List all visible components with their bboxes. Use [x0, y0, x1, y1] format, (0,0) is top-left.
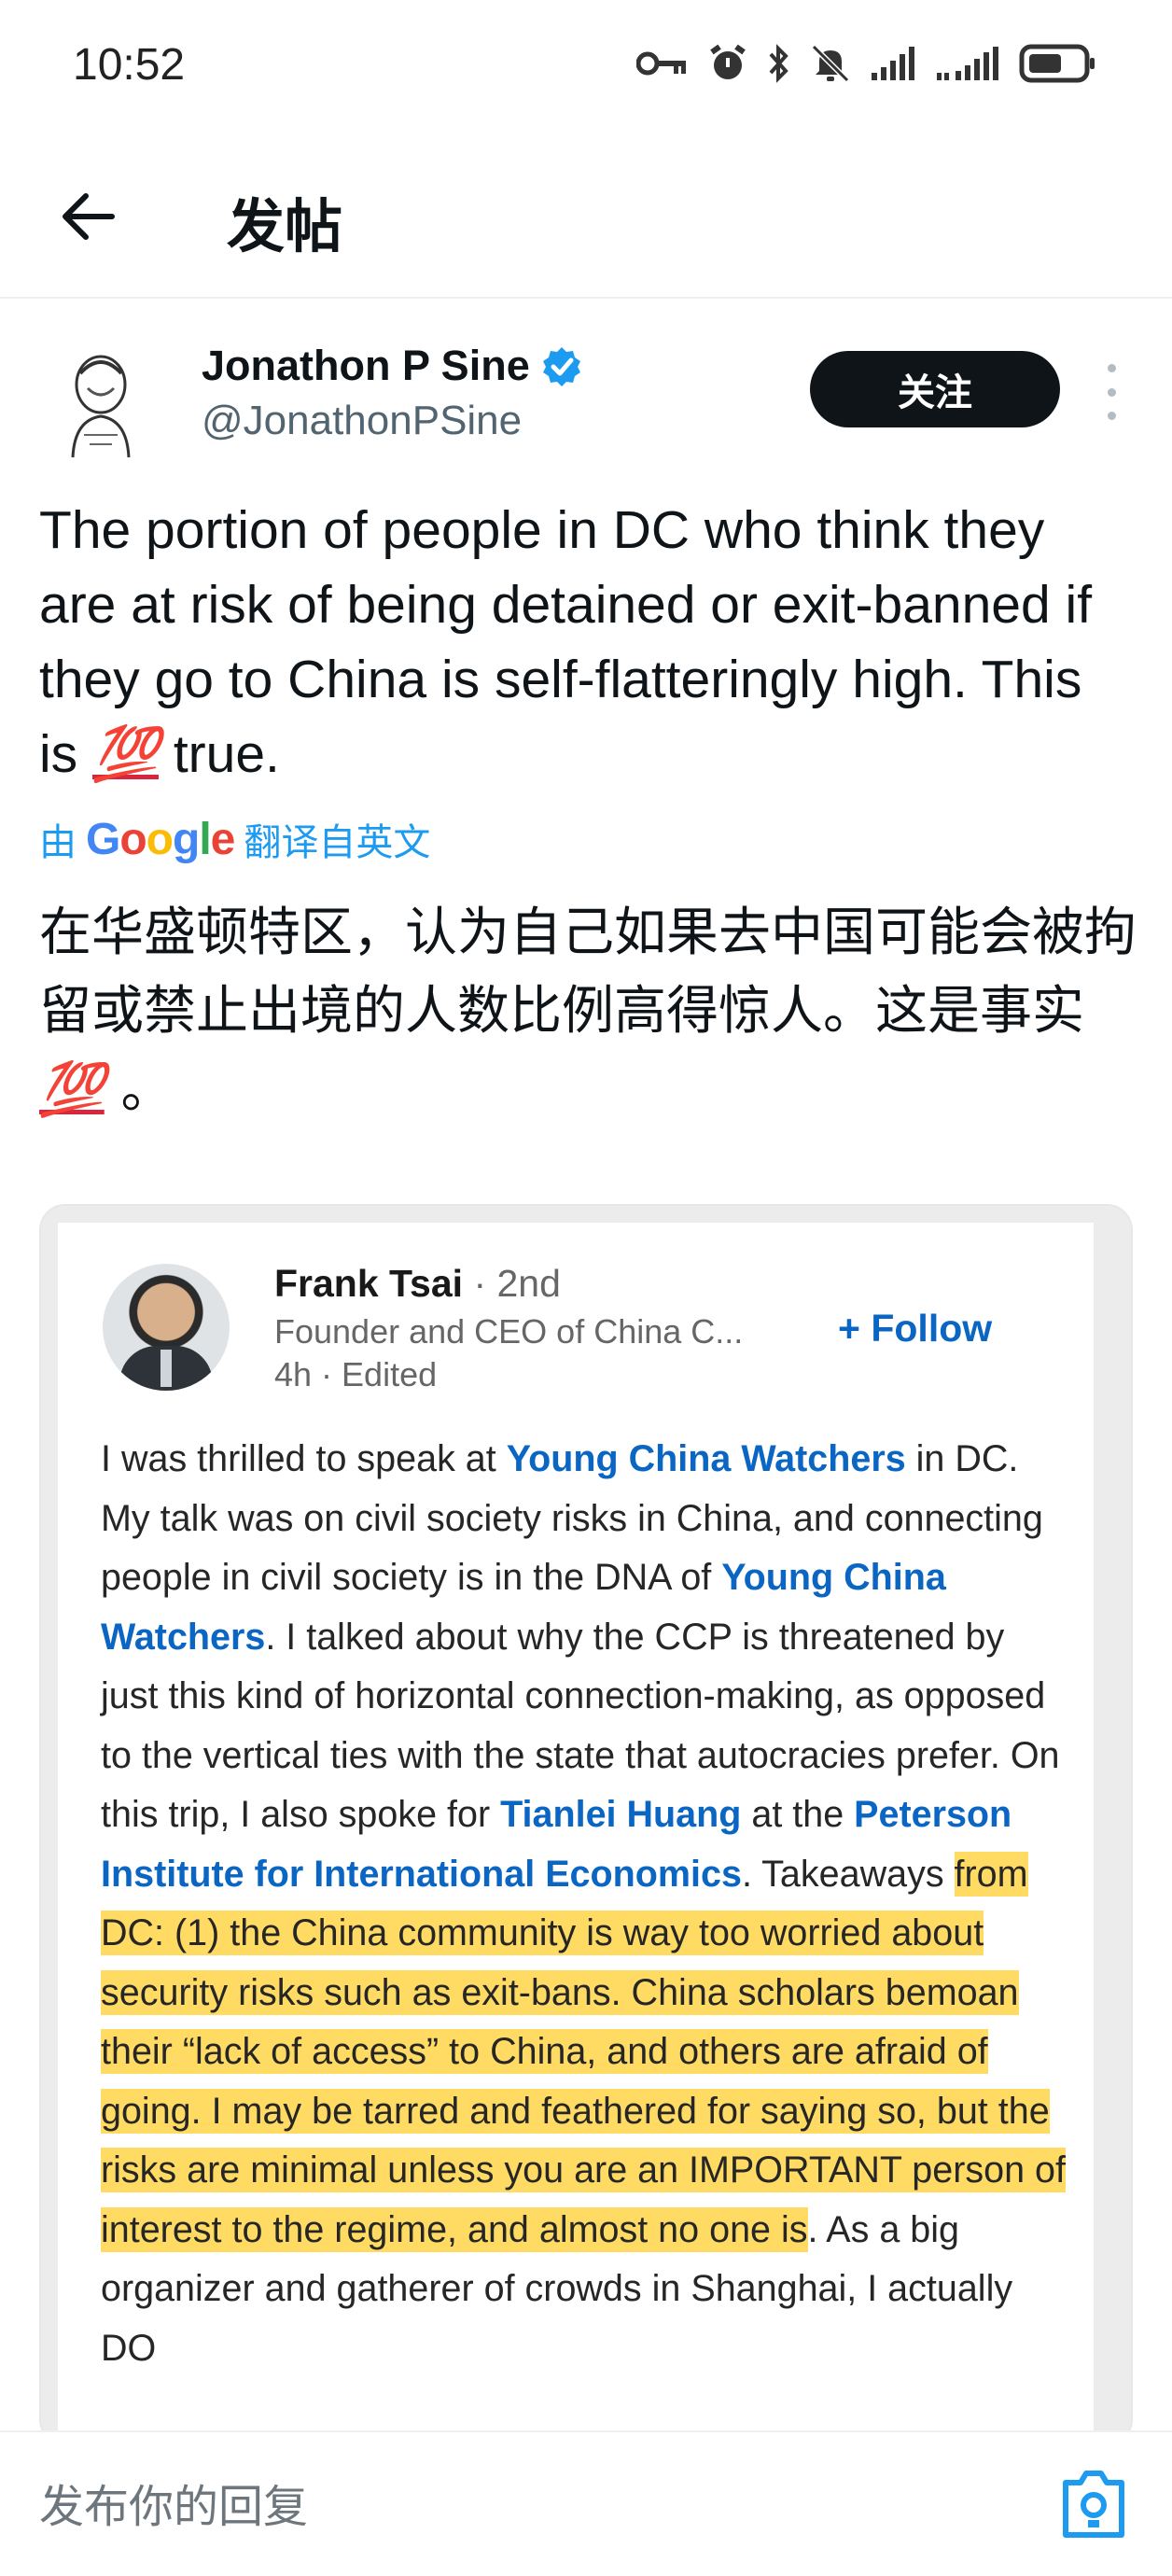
- post-text: The portion of people in DC who think th…: [39, 493, 1131, 791]
- more-dot-icon: [1107, 364, 1116, 372]
- more-dot-icon: [1107, 412, 1116, 420]
- translated-text-tail: 。: [104, 1059, 174, 1120]
- author-handle[interactable]: @JonathonPSine: [202, 398, 522, 444]
- status-icons: [636, 43, 1097, 84]
- linkedin-headline: Founder and CEO of China C...: [274, 1312, 744, 1351]
- highlighted-text: from DC: (1) the China community is way …: [101, 1851, 1066, 2252]
- post-text-tail: true.: [158, 724, 280, 784]
- reply-input[interactable]: 发布你的回复: [39, 2470, 308, 2535]
- key-icon: [636, 51, 686, 76]
- linkedin-avatar: [103, 1264, 230, 1391]
- linkedin-meta: 4h · Edited: [274, 1355, 438, 1393]
- signal-icon: [872, 47, 914, 80]
- mute-icon: [811, 44, 850, 83]
- battery-icon: [1019, 44, 1095, 83]
- translate-prefix: 由: [39, 821, 77, 864]
- hundred-points-emoji-icon: 💯: [92, 724, 159, 784]
- top-app-bar: 发帖: [0, 140, 1172, 299]
- back-button[interactable]: [54, 183, 121, 250]
- status-bar: 10:52: [0, 0, 1172, 140]
- verified-badge-icon: [542, 347, 580, 386]
- google-logo: Google: [86, 814, 235, 864]
- translated-post-text: 在华盛顿特区，认为自己如果去中国可能会被拘留或禁止出境的人数比例高得惊人。这是事…: [39, 894, 1140, 1129]
- follow-button[interactable]: 关注: [810, 351, 1060, 427]
- linkedin-author: Frank Tsai · 2nd: [274, 1262, 561, 1306]
- author-name-text[interactable]: Jonathon P Sine: [202, 342, 530, 390]
- status-time: 10:52: [73, 40, 186, 90]
- body-text: . Takeaways: [741, 1853, 955, 1895]
- alarm-icon: [710, 44, 746, 79]
- camera-button[interactable]: [1060, 2466, 1127, 2541]
- more-options-button[interactable]: [1097, 364, 1125, 420]
- body-text: I was thrilled to speak at: [101, 1438, 507, 1479]
- signal-icon-2: [937, 47, 998, 80]
- reply-composer: 发布你的回复: [0, 2430, 1172, 2576]
- linkedin-follow-button: + Follow: [838, 1307, 993, 1350]
- arrow-left-icon: [63, 193, 115, 240]
- linkedin-post-body: I was thrilled to speak at Young China W…: [101, 1430, 1071, 2378]
- post-author-row: Jonathon P Sine @JonathonPSine 关注: [0, 336, 1172, 467]
- body-link: Tianlei Huang: [500, 1794, 742, 1835]
- body-text: at the: [741, 1794, 855, 1835]
- linkedin-post-screenshot: Frank Tsai · 2nd Founder and CEO of Chin…: [58, 1223, 1094, 2443]
- bluetooth-icon: [769, 44, 788, 83]
- more-dot-icon: [1107, 387, 1116, 397]
- embedded-image[interactable]: Frank Tsai · 2nd Founder and CEO of Chin…: [39, 1204, 1133, 2445]
- translated-hundred-emoji-icon: 💯: [39, 1059, 105, 1120]
- camera-icon: [1063, 2471, 1124, 2538]
- translated-text-main: 在华盛顿特区，认为自己如果去中国可能会被拘留或禁止出境的人数比例高得惊人。这是事…: [39, 903, 1137, 1042]
- linkedin-degree: · 2nd: [463, 1262, 561, 1305]
- translate-suffix: 翻译自英文: [244, 821, 431, 864]
- author-avatar[interactable]: [56, 345, 146, 463]
- linkedin-author-name: Frank Tsai: [274, 1262, 464, 1305]
- body-link: Young China Watchers: [506, 1438, 906, 1479]
- page-title: 发帖: [227, 192, 343, 260]
- author-name[interactable]: Jonathon P Sine: [202, 342, 582, 390]
- translation-attribution[interactable]: 由 Google 翻译自英文: [39, 812, 430, 866]
